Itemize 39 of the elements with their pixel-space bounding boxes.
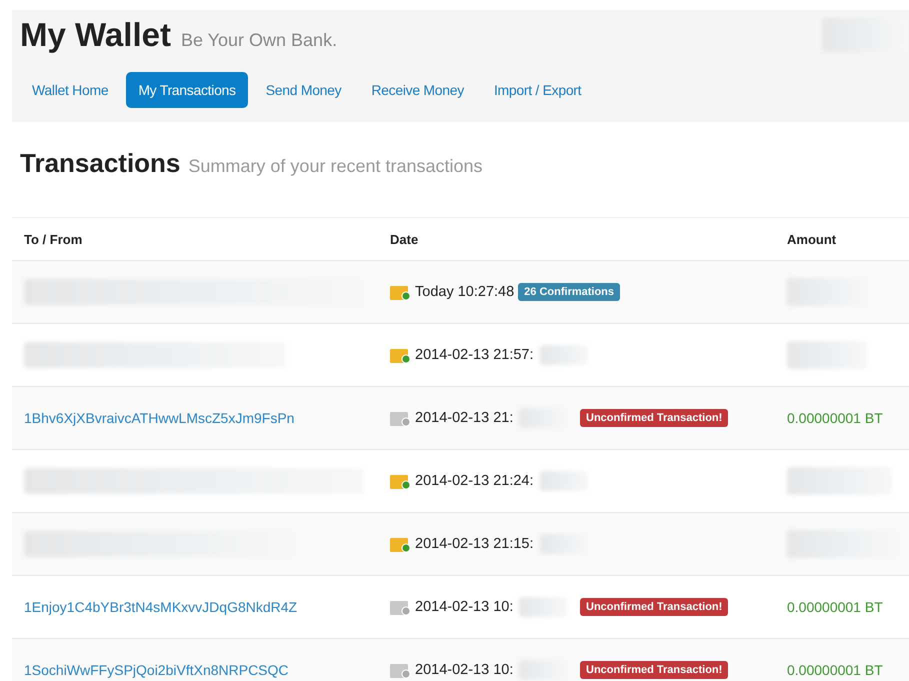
status-badge: Unconfirmed Transaction! [580,661,728,679]
column-header: Date [389,232,420,246]
nav-tab[interactable]: My Transactions [126,72,248,108]
date-text: 2014-02-13 21:15: [415,536,534,552]
date-text: 2014-02-13 21:24: [415,473,534,489]
section-title: Transactions [20,148,180,179]
unconfirmed-status-icon [390,410,411,426]
unconfirmed-status-icon [390,662,411,678]
redacted-area [519,597,568,617]
app-title: My Wallet [20,16,171,54]
confirmed-status-icon [390,472,411,490]
tagline: Be Your Own Bank. [180,30,338,51]
nav-tab[interactable]: Receive Money [359,72,476,108]
nav-tab[interactable]: Send Money [254,72,354,108]
nav-tab[interactable]: Wallet Home [20,72,120,108]
redacted-area [540,471,588,491]
address-link[interactable]: 1SochiWwFFySPjQoi2biVftXn8NRPCSQC [24,662,289,678]
section-subtitle: Summary of your recent transactions [188,156,483,177]
nav-tab[interactable]: Import / Export [482,72,594,108]
address-link[interactable]: 1Enjoy1C4bYBr3tN4sMKxvvJDqG8NkdR4Z [24,599,298,615]
status-badge: Unconfirmed Transaction! [580,598,728,616]
date-text: 2014-02-13 10: [415,599,514,615]
address-link[interactable]: 1Bhv6XjXBvraivcATHwwLMscZ5xJm9FsPn [24,410,294,426]
date-text: Today 10:27:48 [415,284,514,300]
date-text: 2014-02-13 10: [415,662,514,678]
unconfirmed-status-icon [390,598,411,616]
redacted-area [540,345,588,365]
column-header: Amount [786,232,838,246]
date-text: 2014-02-13 21: [415,410,514,426]
amount-text: 0.00000001 BT [787,410,883,426]
column-header: To / From [23,232,84,246]
confirmed-status-icon [390,536,411,552]
amount-text: 0.00000001 BT [787,662,883,678]
date-text: 2014-02-13 21:57: [415,347,534,363]
confirmed-status-icon [390,346,411,364]
status-badge: 26 Confirmations [518,283,620,301]
status-badge: Unconfirmed Transaction! [580,409,728,427]
confirmed-status-icon [390,284,411,300]
amount-text: 0.00000001 BT [787,599,883,615]
